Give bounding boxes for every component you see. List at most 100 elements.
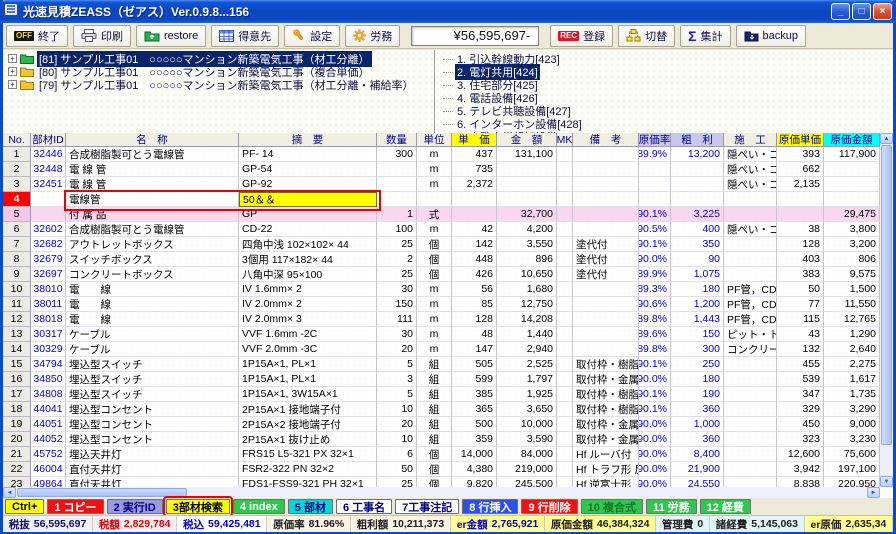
grid-cell[interactable]: [724, 432, 777, 447]
grid-cell[interactable]: 3,200: [824, 237, 880, 252]
grid-cell[interactable]: 448: [452, 252, 497, 267]
maximize-button[interactable]: □: [852, 3, 871, 20]
grid-cell[interactable]: 電 線 管: [66, 162, 239, 177]
grid-cell[interactable]: FDS1-FSS9-321 PH 32×1: [239, 477, 377, 487]
grid-cell[interactable]: [497, 192, 557, 207]
grid-cell[interactable]: 90.5%: [639, 222, 671, 237]
grid-cell[interactable]: 塗代付: [573, 252, 639, 267]
column-header[interactable]: 数量: [377, 133, 417, 147]
grid-cell[interactable]: 131,100: [497, 147, 557, 162]
horizontal-scroll-thumb[interactable]: [17, 488, 187, 497]
grid-cell[interactable]: 3個用 117×182× 44: [239, 252, 377, 267]
grid-cell[interactable]: [557, 222, 573, 237]
grid-cell[interactable]: m: [417, 162, 452, 177]
row-number-cell[interactable]: 9: [3, 267, 31, 282]
row-number-cell[interactable]: 21: [3, 447, 31, 462]
grid-cell[interactable]: 取付枠・樹脂プレー: [573, 387, 639, 402]
table-row[interactable]: 21 45752 埋込天井灯 FRS15 L5-321 PX 32×1 6 個 14,000…: [3, 447, 893, 462]
grid-cell[interactable]: 12,750: [497, 297, 557, 312]
horizontal-scrollbar[interactable]: ◄ ►: [3, 487, 880, 498]
grid-cell[interactable]: 100: [377, 222, 417, 237]
edit-cell[interactable]: 50＆＆: [239, 192, 377, 207]
table-row[interactable]: 16 34850 埋込型スイッチ 1P15A×1, PL×1 3 組 599 1,797 取付枠…: [3, 372, 893, 387]
grid-cell[interactable]: [573, 177, 639, 192]
grid-cell[interactable]: 393: [777, 147, 824, 162]
grid-cell[interactable]: 電 線: [66, 282, 239, 297]
row-number-cell[interactable]: 6: [3, 222, 31, 237]
grid-cell[interactable]: 383: [777, 267, 824, 282]
grid-cell[interactable]: 90.1%: [639, 237, 671, 252]
table-row[interactable]: 23 49864 直付天井灯 FDS1-FSS9-321 PH 32×1 25 個 9,82…: [3, 477, 893, 487]
grid-cell[interactable]: 隠ぺい・コンク: [724, 222, 777, 237]
column-header[interactable]: No.: [3, 133, 31, 147]
grid-cell[interactable]: 埋込型コンセント: [66, 402, 239, 417]
grid-cell[interactable]: 5: [377, 387, 417, 402]
grid-cell[interactable]: 埋込型コンセント: [66, 432, 239, 447]
grid-cell[interactable]: コンクリート部: [724, 342, 777, 357]
grid-cell[interactable]: 245,500: [497, 477, 557, 487]
grid-cell[interactable]: [497, 177, 557, 192]
grid-cell[interactable]: 八角中深 95×100: [239, 267, 377, 282]
grid-cell[interactable]: 44051: [31, 417, 66, 432]
grid-cell[interactable]: FSR2-322 PN 32×2: [239, 462, 377, 477]
grid-cell[interactable]: [724, 252, 777, 267]
grid-cell[interactable]: [557, 252, 573, 267]
grid-cell[interactable]: 2,372: [452, 177, 497, 192]
grid-cell[interactable]: 隠ぺい・コンク: [724, 147, 777, 162]
grid-cell[interactable]: 662: [777, 162, 824, 177]
grid-cell[interactable]: 450: [777, 417, 824, 432]
grid-cell[interactable]: [724, 417, 777, 432]
grid-cell[interactable]: 12,600: [777, 447, 824, 462]
grid-cell[interactable]: 2,525: [497, 357, 557, 372]
row-number-cell[interactable]: 3: [3, 177, 31, 192]
grid-cell[interactable]: 1,925: [497, 387, 557, 402]
grid-cell[interactable]: 90.0%: [639, 477, 671, 487]
grid-cell[interactable]: [557, 462, 573, 477]
grid-cell[interactable]: GP-54: [239, 162, 377, 177]
grid-cell[interactable]: [724, 207, 777, 222]
grid-cell[interactable]: 塗代付: [573, 267, 639, 282]
grid-cell[interactable]: 48: [452, 327, 497, 342]
column-header[interactable]: 備 考: [573, 133, 639, 147]
column-header[interactable]: 単 価: [452, 133, 497, 147]
grid-cell[interactable]: [557, 297, 573, 312]
grid-cell[interactable]: 四角中浅 102×102× 44: [239, 237, 377, 252]
grid-cell[interactable]: 25: [377, 477, 417, 487]
grid-cell[interactable]: 539: [777, 372, 824, 387]
grid-cell[interactable]: ケーブル: [66, 342, 239, 357]
row-number-cell[interactable]: 15: [3, 357, 31, 372]
grid-cell[interactable]: [497, 162, 557, 177]
grid-cell[interactable]: 90.1%: [639, 357, 671, 372]
grid-cell[interactable]: m: [417, 147, 452, 162]
grid-cell[interactable]: 20: [377, 417, 417, 432]
grid-cell[interactable]: 1P15A×1, PL×1: [239, 357, 377, 372]
grid-cell[interactable]: [377, 162, 417, 177]
grid-cell[interactable]: [573, 222, 639, 237]
grid-cell[interactable]: コンクリートボックス: [66, 267, 239, 282]
grid-cell[interactable]: [573, 207, 639, 222]
column-header[interactable]: 原価金額: [824, 133, 880, 147]
fkey-2 実行ID[interactable]: 2 実行ID: [106, 499, 163, 514]
grid-cell[interactable]: 25: [377, 267, 417, 282]
grid-cell[interactable]: 3,590: [497, 432, 557, 447]
grid-cell[interactable]: 111: [377, 312, 417, 327]
row-number-cell[interactable]: 14: [3, 342, 31, 357]
column-header[interactable]: MK: [557, 133, 573, 147]
grid-cell[interactable]: 190: [671, 387, 724, 402]
grid-cell[interactable]: 90.0%: [639, 432, 671, 447]
grid-cell[interactable]: 403: [777, 252, 824, 267]
grid-cell[interactable]: PF管，CD管(: [724, 312, 777, 327]
grid-cell[interactable]: IV 2.0mm× 2: [239, 297, 377, 312]
grid-cell[interactable]: [557, 342, 573, 357]
grid-cell[interactable]: [377, 177, 417, 192]
grid-cell[interactable]: [573, 312, 639, 327]
row-number-cell[interactable]: 16: [3, 372, 31, 387]
grid-cell[interactable]: [557, 237, 573, 252]
close-button[interactable]: ×: [873, 3, 892, 20]
row-number-cell[interactable]: 23: [3, 477, 31, 487]
grid-cell[interactable]: 44041: [31, 402, 66, 417]
grid-cell[interactable]: 29,475: [824, 207, 880, 222]
grid-cell[interactable]: 8,400: [671, 447, 724, 462]
grid-cell[interactable]: 30: [377, 327, 417, 342]
grid-cell[interactable]: 個: [417, 477, 452, 487]
